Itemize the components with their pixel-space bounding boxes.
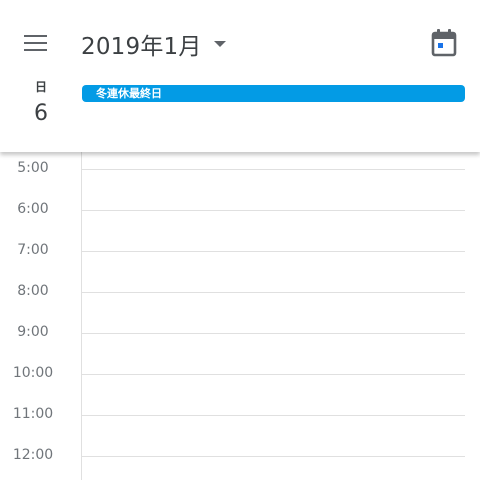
hour-label: 7:00 <box>17 242 49 258</box>
hour-row: 10:00 <box>0 365 480 381</box>
hour-label: 8:00 <box>17 283 49 299</box>
hour-label: 10:00 <box>12 365 54 381</box>
hour-row: 7:00 <box>0 242 480 258</box>
all-day-event-chip[interactable]: 冬連休最終日 <box>82 85 465 102</box>
weekday-label: 日 <box>34 80 47 94</box>
hour-gridline <box>81 374 465 375</box>
hour-row: 11:00 <box>0 406 480 422</box>
hour-gridline <box>81 169 465 170</box>
day-number: 6 <box>34 101 48 126</box>
hour-row: 9:00 <box>0 324 480 340</box>
day-header[interactable]: 日 6 <box>20 78 62 126</box>
hour-label: 6:00 <box>17 201 49 217</box>
hour-row: 12:00 <box>0 447 480 463</box>
time-grid[interactable]: 5:00 6:00 7:00 8:00 9:00 10:00 11:00 12:… <box>0 152 480 480</box>
hour-gridline <box>81 292 465 293</box>
day-column-divider <box>81 152 82 480</box>
hour-gridline <box>81 251 465 252</box>
hour-label: 11:00 <box>12 406 54 422</box>
hour-label: 9:00 <box>17 324 49 340</box>
hour-label: 12:00 <box>12 447 54 463</box>
hour-gridline <box>81 210 465 211</box>
hour-row: 6:00 <box>0 201 480 217</box>
hour-row: 5:00 <box>0 160 480 176</box>
event-title: 冬連休最終日 <box>96 87 162 100</box>
month-selector[interactable]: 2019年1月 <box>81 28 226 60</box>
app-header: 2019年1月 日 6 冬連休最終日 <box>0 0 480 152</box>
hour-row: 8:00 <box>0 283 480 299</box>
calendar-today-icon[interactable] <box>430 28 458 58</box>
caret-down-icon <box>213 41 226 47</box>
hour-gridline <box>81 415 465 416</box>
hour-gridline <box>81 456 465 457</box>
hour-label: 5:00 <box>17 160 49 176</box>
hour-gridline <box>81 333 465 334</box>
hamburger-menu-icon[interactable] <box>24 35 48 53</box>
month-title: 2019年1月 <box>81 34 202 60</box>
